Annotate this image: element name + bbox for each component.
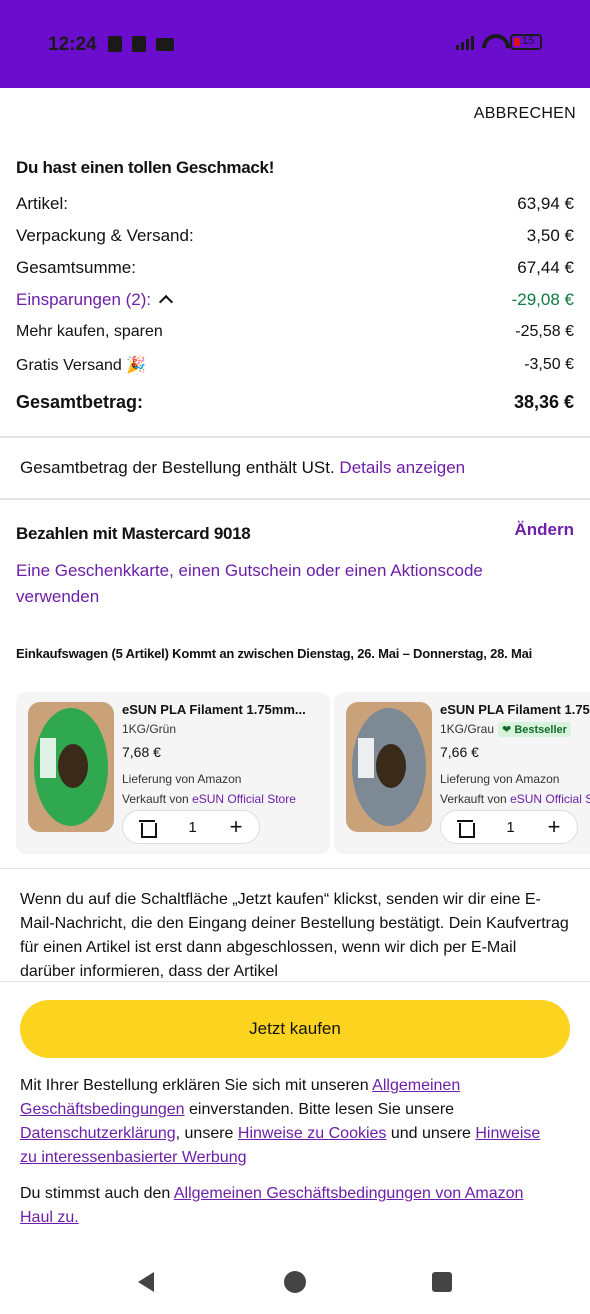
row-label: Artikel: (16, 194, 68, 213)
chevron-up-icon (159, 294, 174, 310)
gift-card-link[interactable]: Eine Geschenkkarte, einen Gutschein oder… (16, 558, 536, 610)
divider (0, 981, 590, 982)
summary-row-total: Gesamtbetrag: 38,36 € (16, 392, 574, 413)
notification-icons (108, 36, 174, 52)
trash-icon[interactable] (139, 818, 158, 838)
product-image (28, 702, 114, 832)
vat-text: Gesamtbetrag der Bestellung enthält USt. (20, 458, 335, 477)
product-image (346, 702, 432, 832)
recent-apps-icon[interactable] (432, 1272, 452, 1292)
battery-level: 15 (522, 35, 535, 47)
privacy-link[interactable]: Datenschutzerklärung (20, 1125, 176, 1142)
row-value: 3,50 € (526, 226, 574, 245)
status-time: 12:24 (48, 34, 97, 55)
row-label: Gesamtsumme: (16, 258, 136, 277)
summary-row-items: Artikel: 63,94 € (16, 194, 574, 214)
row-value: 63,94 € (517, 194, 574, 213)
back-icon[interactable] (138, 1272, 154, 1292)
cart-item-card[interactable]: eSUN PLA Filament 1.75mm... 1KG/Grün 7,6… (16, 692, 330, 854)
row-label: Einsparungen (2): (16, 290, 152, 309)
quantity-stepper[interactable]: 1 + (122, 810, 260, 844)
battery-saver-icon (108, 36, 122, 52)
summary-row-buy-more: Mehr kaufen, sparen -25,58 € (16, 323, 574, 341)
signal-icon (456, 34, 474, 50)
summary-row-savings[interactable]: Einsparungen (2): -29,08 € (16, 290, 574, 310)
product-name[interactable]: eSUN PLA Filament 1.75mm... (440, 702, 590, 717)
product-variant: 1KG/Grau ❤ Bestseller (440, 722, 571, 737)
summary-title: Du hast einen tollen Geschmack! (16, 158, 275, 177)
row-value: -29,08 € (511, 290, 574, 309)
row-value: -3,50 € (524, 356, 574, 373)
mail-icon (156, 37, 174, 51)
row-label: Mehr kaufen, sparen (16, 323, 163, 340)
row-label: Gesamtbetrag: (16, 392, 144, 412)
product-seller: Verkauft von eSUN Official Store (440, 792, 590, 806)
product-shipping: Lieferung von Amazon (122, 772, 242, 786)
vat-details-link[interactable]: Details anzeigen (339, 458, 465, 477)
quantity-value: 1 (188, 818, 197, 836)
cart-item-card[interactable]: eSUN PLA Filament 1.75mm... 1KG/Grau❤ Be… (334, 692, 590, 854)
product-variant: 1KG/Grün (122, 722, 177, 736)
buy-now-button[interactable]: Jetzt kaufen (20, 1000, 570, 1058)
savings-toggle[interactable]: Einsparungen (2): (16, 290, 174, 310)
product-price: 7,68 € (122, 744, 161, 760)
product-seller: Verkauft von eSUN Official Store (122, 792, 296, 806)
quantity-value: 1 (506, 818, 515, 836)
product-price: 7,66 € (440, 744, 479, 760)
system-icons: 15 (456, 34, 542, 50)
product-name[interactable]: eSUN PLA Filament 1.75mm... (122, 702, 306, 717)
wifi-icon (482, 34, 502, 50)
divider (0, 436, 590, 438)
summary-row-free-shipping: Gratis Versand 🎉 -3,50 € (16, 355, 574, 375)
status-bar: 12:24 15 (0, 0, 590, 88)
row-value: 38,36 € (513, 392, 574, 412)
store-link[interactable]: eSUN Official Store (510, 792, 590, 806)
payment-method-title: Bezahlen mit Mastercard 9018 (16, 524, 251, 543)
haul-terms-paragraph: Du stimmst auch den Allgemeinen Geschäft… (20, 1185, 524, 1226)
store-link[interactable]: eSUN Official Store (192, 792, 296, 806)
app-notification-icon (132, 36, 146, 52)
heart-icon: ❤ (502, 724, 512, 736)
row-value: 67,44 € (517, 258, 574, 277)
bestseller-badge: ❤ Bestseller (498, 722, 571, 737)
home-icon[interactable] (284, 1271, 306, 1293)
summary-row-subtotal: Gesamtsumme: 67,44 € (16, 258, 574, 278)
system-nav-bar (0, 1250, 590, 1314)
cookies-link[interactable]: Hinweise zu Cookies (238, 1125, 387, 1142)
plus-icon[interactable]: + (230, 816, 243, 838)
quantity-stepper[interactable]: 1 + (440, 810, 578, 844)
battery-icon: 15 (510, 34, 542, 50)
summary-row-shipping: Verpackung & Versand: 3,50 € (16, 226, 574, 246)
legal-notice: Wenn du auf die Schaltfläche „Jetzt kauf… (20, 891, 569, 980)
row-value: -25,58 € (515, 323, 574, 340)
row-label: Gratis Versand 🎉 (16, 357, 147, 374)
change-payment-button[interactable]: Ändern (515, 520, 575, 540)
cancel-button[interactable]: ABBRECHEN (474, 105, 576, 123)
cart-heading: Einkaufswagen (5 Artikel) Kommt an zwisc… (16, 646, 533, 661)
row-label: Verpackung & Versand: (16, 226, 194, 245)
divider (0, 498, 590, 500)
divider (0, 868, 590, 869)
plus-icon[interactable]: + (548, 816, 561, 838)
cart-carousel[interactable]: eSUN PLA Filament 1.75mm... 1KG/Grün 7,6… (16, 692, 590, 854)
trash-icon[interactable] (457, 818, 476, 838)
vat-note: Gesamtbetrag der Bestellung enthält USt.… (20, 458, 465, 478)
terms-paragraph: Mit Ihrer Bestellung erklären Sie sich m… (20, 1077, 541, 1166)
product-shipping: Lieferung von Amazon (440, 772, 560, 786)
